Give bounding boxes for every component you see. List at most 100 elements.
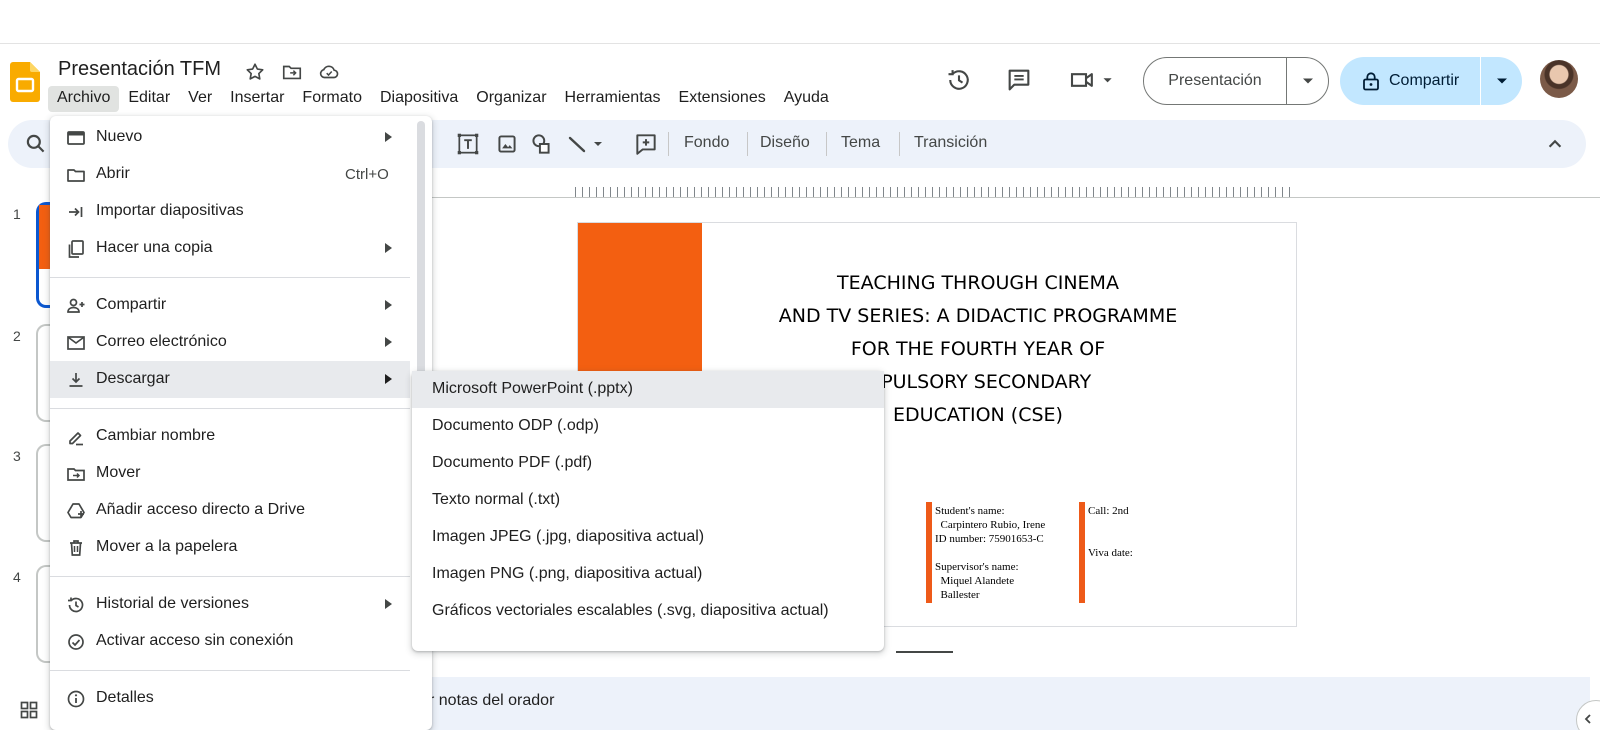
grid-view-icon[interactable] [20, 701, 38, 719]
import-icon [66, 202, 86, 222]
comments-icon[interactable] [1005, 66, 1033, 94]
lock-icon [1362, 71, 1380, 91]
layout-button[interactable]: Diseño [760, 134, 810, 152]
insert-comment-icon[interactable] [633, 131, 659, 157]
menu-item-add-shortcut[interactable]: Añadir acceso directo a Drive [50, 492, 410, 529]
submenu-arrow-icon [385, 243, 392, 253]
collapse-toolbar-chevron-icon[interactable] [1542, 131, 1568, 157]
menu-item-version-history[interactable]: Historial de versiones [50, 586, 410, 623]
submenu-arrow-icon [385, 337, 392, 347]
menu-ver[interactable]: Ver [179, 86, 221, 112]
menu-insertar[interactable]: Insertar [221, 86, 293, 112]
menu-organizar[interactable]: Organizar [467, 86, 555, 112]
download-png-label: Imagen PNG (.png, diapositiva actual) [432, 565, 703, 582]
menu-formato[interactable]: Formato [293, 86, 371, 112]
speaker-notes-placeholder[interactable]: r notas del orador [429, 692, 554, 710]
copy-icon [66, 239, 86, 259]
star-icon[interactable] [244, 61, 266, 83]
transition-button[interactable]: Transición [914, 134, 987, 152]
background-button[interactable]: Fondo [684, 134, 729, 152]
submenu-arrow-icon [385, 132, 392, 142]
menu-item-label: Hacer una copia [96, 239, 213, 256]
speaker-notes-panel[interactable] [420, 677, 1590, 730]
drive-shortcut-icon [66, 501, 86, 521]
trash-icon [66, 538, 86, 558]
slide-title-line: FOR THE FOURTH YEAR OF [850, 338, 1106, 360]
present-options-caret-icon[interactable] [1287, 77, 1328, 85]
move-folder-icon[interactable] [281, 61, 303, 83]
folder-open-icon [66, 165, 86, 185]
download-txt[interactable]: Texto normal (.txt) [412, 482, 884, 519]
version-history-icon[interactable] [945, 66, 973, 94]
share-options-caret-icon[interactable] [1481, 77, 1522, 85]
share-button[interactable]: Compartir [1340, 57, 1522, 105]
student-info-text[interactable]: Student's name: Carpintero Rubio, Irene … [935, 504, 1045, 602]
menu-extensiones[interactable]: Extensiones [670, 86, 775, 112]
menu-item-label: Añadir acceso directo a Drive [96, 501, 305, 518]
menu-item-make-copy[interactable]: Hacer una copia [50, 230, 410, 267]
text-box-icon[interactable] [455, 131, 481, 157]
canvas-scroll-thumb[interactable] [896, 651, 953, 653]
menu-item-label: Historial de versiones [96, 595, 249, 612]
menu-item-move[interactable]: Mover [50, 455, 410, 492]
menu-scrollbar[interactable] [417, 121, 425, 377]
menu-item-share[interactable]: Compartir [50, 287, 410, 324]
menu-item-trash[interactable]: Mover a la papelera [50, 529, 410, 566]
download-odp[interactable]: Documento ODP (.odp) [412, 408, 884, 445]
download-pdf-label: Documento PDF (.pdf) [432, 454, 593, 471]
menu-item-download[interactable]: Descargar [50, 361, 410, 398]
download-txt-label: Texto normal (.txt) [432, 491, 561, 508]
menu-item-offline[interactable]: Activar acceso sin conexión [50, 623, 410, 660]
horizontal-ruler[interactable] [575, 187, 1293, 197]
slides-new-icon [66, 128, 86, 148]
document-title[interactable]: Presentación TFM [58, 58, 221, 81]
meet-icon[interactable] [1068, 66, 1118, 94]
menu-item-label: Detalles [96, 689, 154, 706]
download-svg[interactable]: Gráficos vectoriales escalables (.svg, d… [412, 593, 884, 630]
move-folder-icon [66, 464, 86, 484]
theme-button[interactable]: Tema [841, 134, 880, 152]
present-button[interactable]: Presentación [1143, 57, 1329, 105]
cloud-saved-icon[interactable] [318, 61, 340, 83]
menu-item-label: Compartir [96, 296, 167, 313]
call-info-bar [1079, 502, 1085, 603]
slide-title-line: AND TV SERIES: A DIDACTIC PROGRAMME [778, 305, 1178, 327]
menu-divider [50, 576, 410, 577]
download-pptx-label: Microsoft PowerPoint (.pptx) [432, 380, 633, 397]
call-info-text[interactable]: Call: 2nd Viva date: [1088, 504, 1133, 560]
shape-icon[interactable] [528, 131, 554, 157]
submenu-arrow-icon [385, 300, 392, 310]
menu-herramientas[interactable]: Herramientas [556, 86, 670, 112]
download-jpg[interactable]: Imagen JPEG (.jpg, diapositiva actual) [412, 519, 884, 556]
line-tool-icon[interactable] [565, 131, 609, 157]
menu-archivo[interactable]: Archivo [48, 86, 120, 112]
offline-check-icon [66, 632, 86, 652]
menu-editar[interactable]: Editar [119, 86, 179, 112]
toolbar-divider [747, 132, 748, 156]
download-pdf[interactable]: Documento PDF (.pdf) [412, 445, 884, 482]
menu-item-new[interactable]: Nuevo [50, 119, 410, 156]
menu-item-label: Correo electrónico [96, 333, 227, 350]
user-avatar[interactable] [1540, 60, 1578, 98]
image-icon[interactable] [494, 131, 520, 157]
menu-ayuda[interactable]: Ayuda [775, 86, 838, 112]
toolbar-divider [668, 132, 669, 156]
menu-diapositiva[interactable]: Diapositiva [371, 86, 467, 112]
menu-item-import-slides[interactable]: Importar diapositivas [50, 193, 410, 230]
download-pptx[interactable]: Microsoft PowerPoint (.pptx) [412, 371, 884, 408]
menu-item-label: Abrir [96, 165, 130, 182]
submenu-arrow-icon [385, 374, 392, 384]
download-submenu: Microsoft PowerPoint (.pptx) Documento O… [412, 371, 884, 651]
menu-item-details[interactable]: Detalles [50, 680, 410, 717]
menu-item-label: Activar acceso sin conexión [96, 632, 294, 649]
search-menus-icon[interactable] [23, 131, 49, 157]
menu-item-open[interactable]: Abrir Ctrl+O [50, 156, 410, 193]
slide-number: 3 [13, 448, 21, 464]
shortcut-label: Ctrl+O [345, 166, 389, 183]
menu-item-rename[interactable]: Cambiar nombre [50, 418, 410, 455]
student-info-bar [926, 502, 932, 603]
menu-item-email[interactable]: Correo electrónico [50, 324, 410, 361]
menu-divider [50, 670, 410, 671]
slides-logo-icon[interactable] [10, 62, 40, 102]
download-png[interactable]: Imagen PNG (.png, diapositiva actual) [412, 556, 884, 593]
